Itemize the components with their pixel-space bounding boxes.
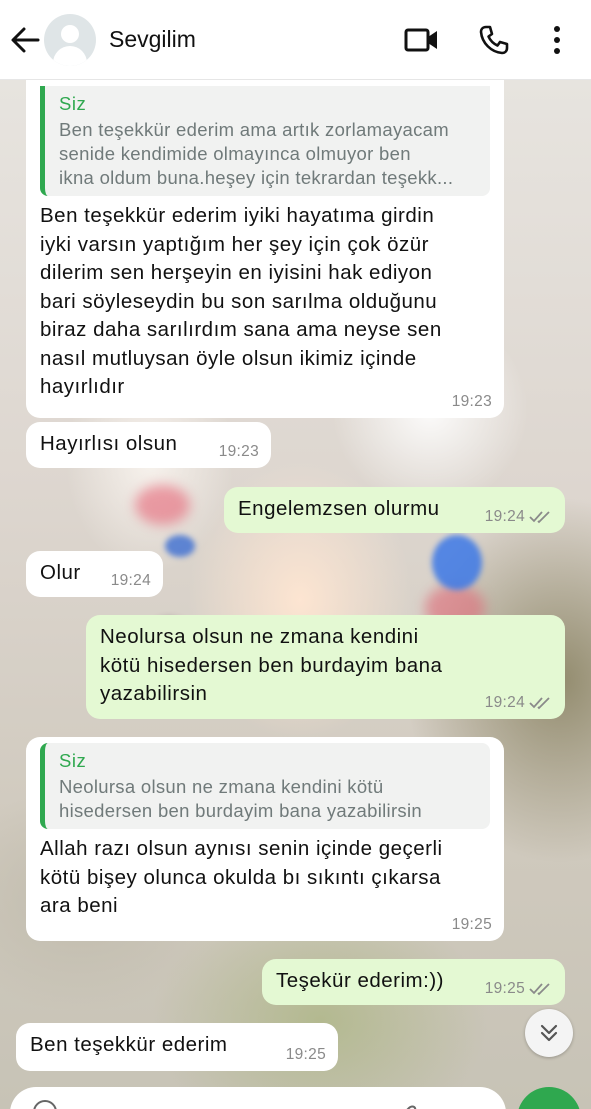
message-timestamp: 19:23 xyxy=(452,393,492,411)
timestamp-text: 19:25 xyxy=(285,1046,326,1063)
phone-icon[interactable] xyxy=(478,24,510,56)
double-check-icon xyxy=(529,697,550,710)
wallpaper-blue-spot-right xyxy=(432,535,482,590)
message-text-line: dilerim sen herşeyin en iyisini hak ediy… xyxy=(40,261,433,284)
chat-header: Sevgilim xyxy=(0,0,591,80)
message-text-line: bari söyleseydin bu son sarılma olduğunu xyxy=(40,289,438,313)
avatar-body-shape xyxy=(53,46,87,66)
timestamp-text: 19:24 xyxy=(484,508,525,525)
message-text-line: ara beni xyxy=(40,894,119,917)
message-text-line: nasıl mutluysan öyle olsun ikimiz içinde xyxy=(40,346,417,370)
timestamp-text: 19:23 xyxy=(451,393,492,410)
quote-author: Siz xyxy=(59,93,87,114)
message-incoming[interactable]: Hayırlısı olsun 19:23 xyxy=(26,422,271,468)
message-text: Engelemzsen olurmu xyxy=(238,497,440,520)
paperclip-icon[interactable] xyxy=(394,1101,420,1109)
message-incoming[interactable]: Siz Neolursa olsun ne zmana kendini kötü… xyxy=(26,737,504,941)
message-timestamp: 19:23 xyxy=(219,443,259,461)
quote-author: Siz xyxy=(59,750,87,771)
message-text: Hayırlısı olsun xyxy=(40,432,178,455)
message-text-line: Neolursa olsun ne zmana kendini xyxy=(100,625,419,648)
timestamp-text: 19:23 xyxy=(218,443,259,460)
quote-text-line: ikna oldum buna.heşey için tekrardan teş… xyxy=(59,167,454,188)
message-text-line: hayırlıdır xyxy=(40,375,125,398)
message-text: Olur xyxy=(40,561,81,584)
double-check-icon xyxy=(529,511,550,524)
quoted-message[interactable]: Siz Ben teşekkür ederim ama artık zorlam… xyxy=(40,86,490,196)
message-timestamp: 19:25 xyxy=(485,980,553,998)
message-text-line: kötü bişey olunca okulda bı sıkıntı çıka… xyxy=(40,865,441,889)
video-camera-icon[interactable] xyxy=(404,26,440,54)
message-text-line: iyki varsın yaptığım her şey için çok öz… xyxy=(40,232,429,256)
quote-text-line: Neolursa olsun ne zmana kendini kötü xyxy=(59,776,384,797)
message-outgoing[interactable]: Engelemzsen olurmu 19:24 xyxy=(224,487,565,533)
wallpaper-blush-left xyxy=(135,485,190,525)
message-text-line: Ben teşekkür ederim iyiki hayatıma girdi… xyxy=(40,204,435,227)
message-incoming[interactable]: Siz Ben teşekkür ederim ama artık zorlam… xyxy=(26,80,504,418)
message-input-bar[interactable] xyxy=(10,1087,506,1109)
timestamp-text: 19:24 xyxy=(484,694,525,711)
message-text-line: yazabilirsin xyxy=(100,682,208,705)
scroll-to-bottom-button[interactable] xyxy=(525,1009,573,1057)
double-chevron-down-icon xyxy=(540,1024,558,1042)
avatar-head-shape xyxy=(61,25,79,43)
quoted-message[interactable]: Siz Neolursa olsun ne zmana kendini kötü… xyxy=(40,743,490,829)
message-text-line: biraz daha sarılırdım sana ama neyse sen xyxy=(40,318,442,341)
emoji-icon[interactable] xyxy=(32,1099,58,1109)
message-text-line: kötü hisedersen ben burdayim bana xyxy=(100,653,443,677)
quote-text-line: hisedersen ben burdayim bana yazabilirsi… xyxy=(59,800,422,821)
message-timestamp: 19:25 xyxy=(452,916,492,934)
quote-text-line: senide kendimide olmayınca olmuyor ben xyxy=(59,143,411,164)
message-timestamp: 19:24 xyxy=(485,508,553,526)
message-outgoing[interactable]: Neolursa olsun ne zmana kendini kötü his… xyxy=(86,615,565,719)
message-timestamp: 19:25 xyxy=(286,1046,326,1064)
message-incoming[interactable]: Ben teşekkür ederim 19:25 xyxy=(16,1023,338,1071)
message-timestamp: 19:24 xyxy=(111,572,151,590)
timestamp-text: 19:25 xyxy=(451,916,492,933)
message-text: Ben teşekkür ederim xyxy=(30,1033,228,1056)
avatar[interactable] xyxy=(44,14,96,66)
quote-text-line: Ben teşekkür ederim ama artık zorlamayac… xyxy=(59,119,449,140)
message-text-line: Allah razı olsun aynısı senin içinde geç… xyxy=(40,837,443,860)
double-check-icon xyxy=(529,983,550,996)
more-vertical-icon[interactable] xyxy=(546,24,568,56)
timestamp-text: 19:25 xyxy=(484,980,525,997)
message-text: Teşekür ederim:)) xyxy=(276,969,444,992)
contact-name[interactable]: Sevgilim xyxy=(109,26,196,53)
timestamp-text: 19:24 xyxy=(110,572,151,589)
message-incoming[interactable]: Olur 19:24 xyxy=(26,551,163,597)
wallpaper-blue-spot-left xyxy=(165,535,195,557)
message-outgoing[interactable]: Teşekür ederim:)) 19:25 xyxy=(262,959,565,1005)
arrow-left-icon[interactable] xyxy=(10,26,40,54)
message-timestamp: 19:24 xyxy=(485,694,553,712)
